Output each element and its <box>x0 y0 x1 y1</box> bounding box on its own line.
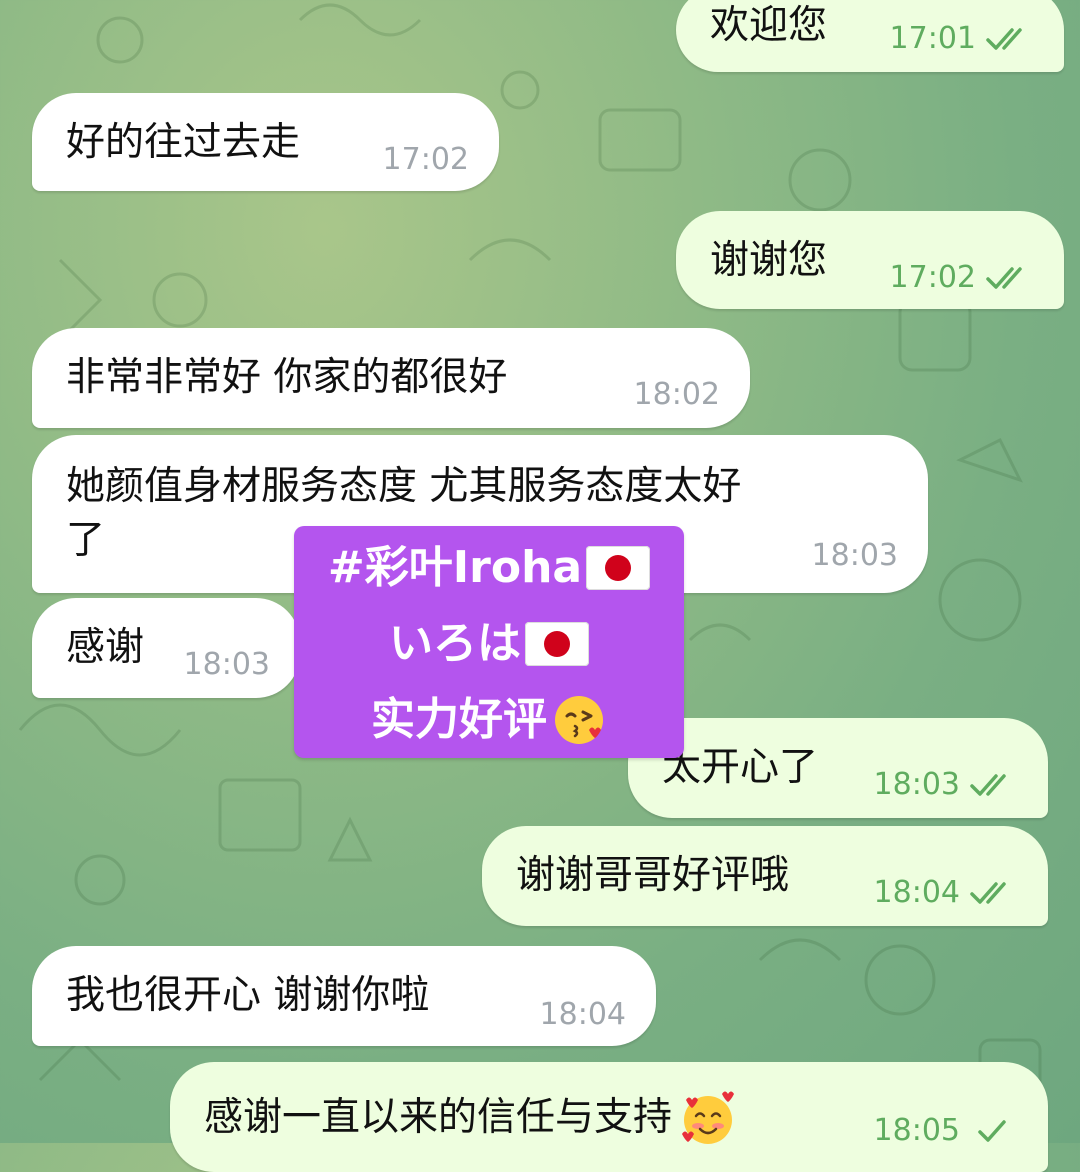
message-outgoing[interactable]: 感谢一直以来的信任与支持 18:05 <box>170 1062 1048 1172</box>
message-time: 18:02 <box>633 377 720 412</box>
message-incoming[interactable]: 我也很开心 谢谢你啦 18:04 <box>32 946 656 1046</box>
message-incoming[interactable]: 好的往过去走 17:02 <box>32 93 499 191</box>
message-outgoing[interactable]: 欢迎您 17:01 <box>676 0 1064 72</box>
sticker-review-text: 实力好评 <box>371 694 547 745</box>
message-meta: 17:01 <box>890 22 1034 56</box>
message-text: 谢谢哥哥好评哦 <box>516 853 790 898</box>
japan-flag-icon <box>525 622 589 666</box>
message-text: 好的往过去走 <box>66 120 301 165</box>
message-time: 18:03 <box>873 767 960 802</box>
message-meta: 18:03 <box>184 648 270 682</box>
message-incoming[interactable]: 感谢 18:03 <box>32 598 300 698</box>
message-outgoing[interactable]: 太开心了 18:03 <box>628 718 1048 818</box>
double-check-icon <box>970 774 1006 796</box>
message-time: 17:02 <box>382 142 469 177</box>
message-time: 18:04 <box>873 875 960 910</box>
message-meta: 18:02 <box>634 378 720 412</box>
promo-sticker-overlay: #彩叶Iroha いろは 实力好评 <box>294 526 684 758</box>
message-time: 18:03 <box>811 538 898 573</box>
message-text: 感谢 <box>66 625 145 670</box>
message-text-line2: 了 <box>66 518 106 563</box>
message-text: 欢迎您 <box>710 3 828 48</box>
double-check-icon <box>986 28 1022 50</box>
message-time: 18:03 <box>183 647 270 682</box>
message-meta: 18:03 <box>812 539 898 573</box>
double-check-icon <box>970 882 1006 904</box>
single-check-icon <box>978 1120 1006 1142</box>
message-meta: 18:03 <box>874 768 1018 802</box>
message-time: 18:04 <box>539 997 626 1032</box>
sticker-iroha-text: いろは <box>389 618 521 669</box>
sticker-line-3: 实力好评 <box>294 692 684 748</box>
message-incoming[interactable]: 非常非常好 你家的都很好 18:02 <box>32 328 750 428</box>
message-text: 我也很开心 谢谢你啦 <box>66 973 430 1018</box>
message-time: 17:02 <box>889 260 976 295</box>
smiling-face-with-hearts-icon <box>682 1091 735 1144</box>
message-meta: 18:04 <box>540 998 626 1032</box>
double-check-icon <box>986 267 1022 289</box>
sticker-line-1: #彩叶Iroha <box>294 540 684 596</box>
sticker-line-2: いろは <box>294 616 684 672</box>
message-text: 谢谢您 <box>710 238 828 283</box>
japan-flag-icon <box>586 546 651 590</box>
message-meta: 17:02 <box>383 143 469 177</box>
message-meta: 18:04 <box>874 876 1018 910</box>
face-blowing-kiss-icon <box>555 696 603 744</box>
chat-message-list[interactable]: 欢迎您 17:01 好的往过去走 17:02 谢谢您 17:02 非常非常好 你… <box>0 0 1080 1172</box>
message-text-line1: 她颜值身材服务态度 尤其服务态度太好 <box>66 464 742 509</box>
message-outgoing[interactable]: 谢谢哥哥好评哦 18:04 <box>482 826 1048 926</box>
message-outgoing[interactable]: 谢谢您 17:02 <box>676 211 1064 309</box>
sticker-hashtag-text: #彩叶Iroha <box>327 542 583 593</box>
message-meta: 17:02 <box>890 261 1034 295</box>
message-text: 非常非常好 你家的都很好 <box>66 355 508 400</box>
message-text: 感谢一直以来的信任与支持 <box>204 1088 738 1148</box>
message-time: 17:01 <box>889 21 976 56</box>
message-text-content: 感谢一直以来的信任与支持 <box>204 1095 673 1140</box>
message-text: 太开心了 <box>662 745 819 790</box>
